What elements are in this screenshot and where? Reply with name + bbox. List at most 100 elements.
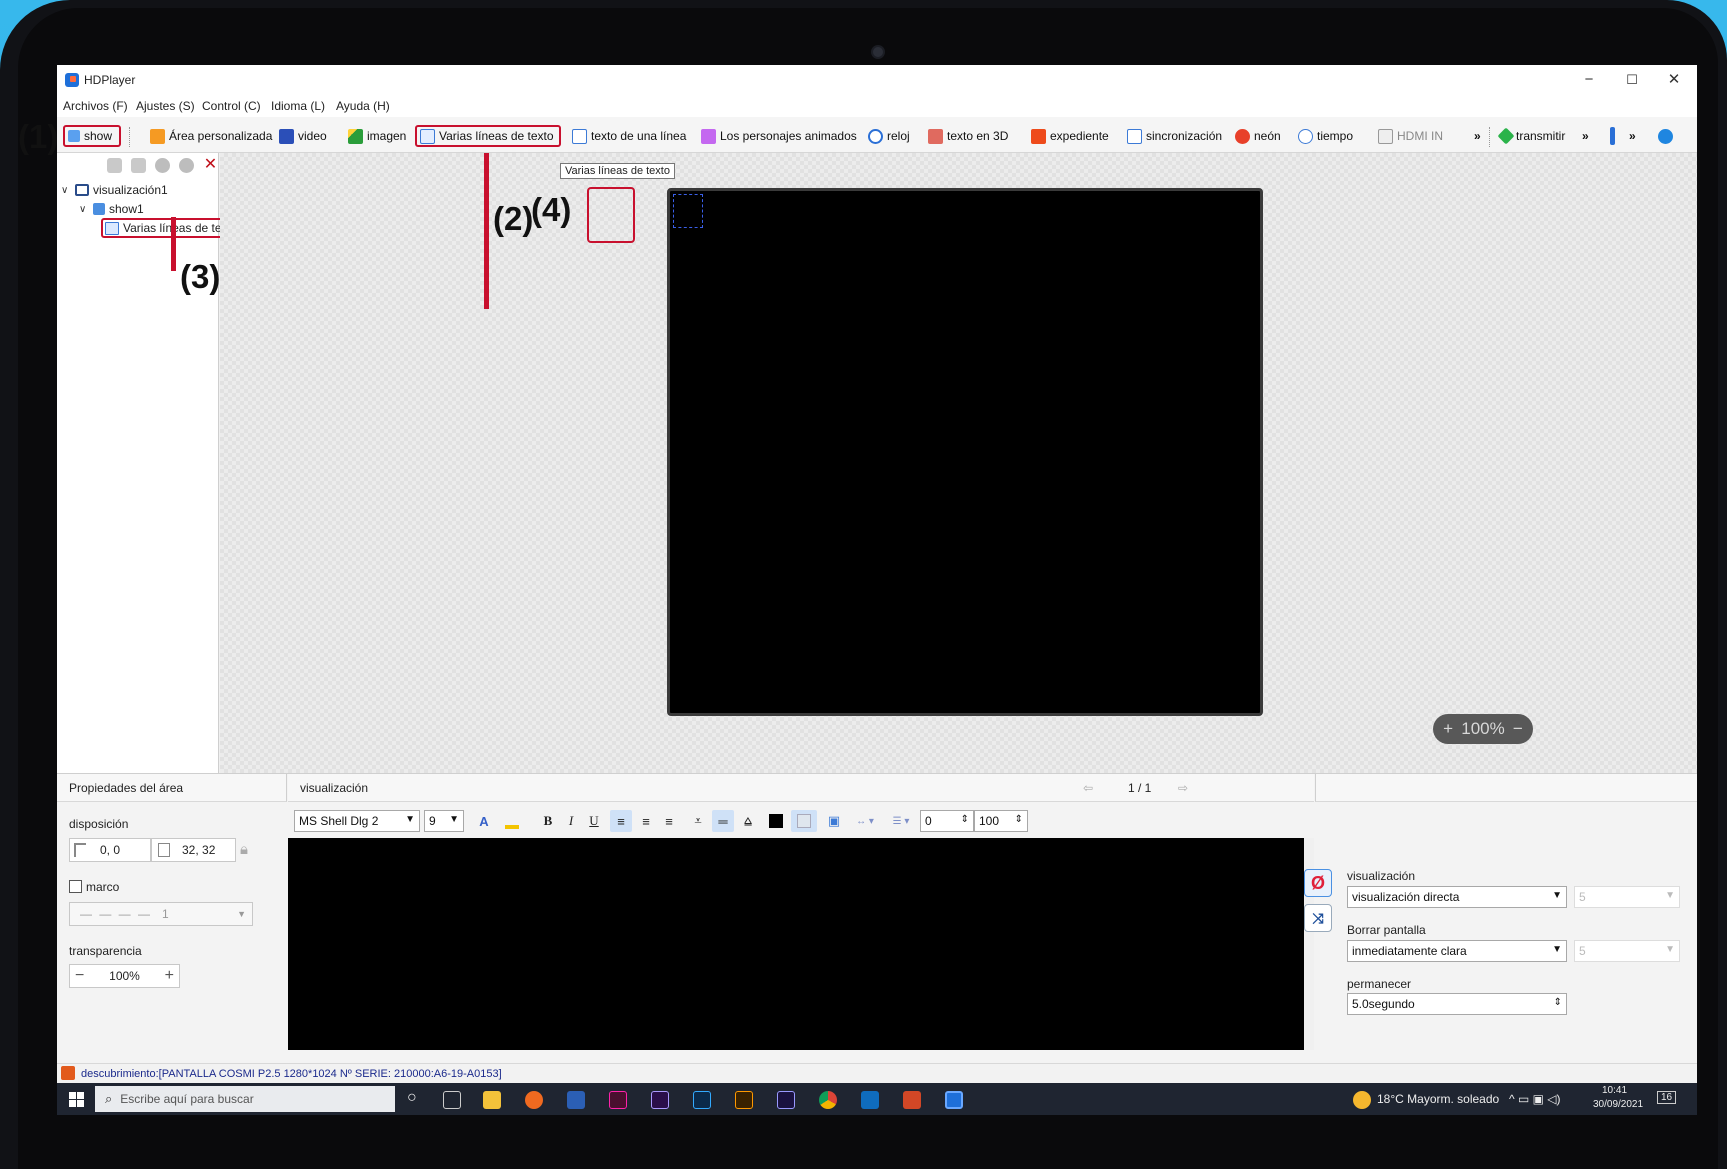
after-effects-icon[interactable] (777, 1091, 795, 1109)
hdmi-button[interactable]: HDMI IN (1375, 125, 1446, 147)
move-up-icon[interactable] (155, 158, 170, 173)
task-view-icon[interactable] (443, 1091, 461, 1109)
close-button[interactable]: ✕ (1659, 70, 1689, 90)
stay-duration-input[interactable]: 5.0segundo ⇕ (1347, 993, 1567, 1015)
firefox-icon[interactable] (525, 1091, 543, 1109)
info-button[interactable] (1607, 125, 1618, 147)
word-icon[interactable] (567, 1091, 585, 1109)
tray-icons[interactable]: ^ ▭ ▣ ◁) (1509, 1092, 1561, 1106)
transparency-stepper[interactable]: − 100% + (69, 964, 180, 988)
align-left-icon[interactable]: ≡ (610, 810, 632, 832)
transmit-button[interactable]: transmitir (1497, 125, 1568, 147)
foreground-color-icon[interactable] (768, 810, 784, 832)
border-select[interactable]: — — — — 1 ▼ (69, 902, 253, 926)
weather-button[interactable]: tiempo (1295, 125, 1356, 147)
tree-node-show[interactable]: ∨ show1 (79, 200, 144, 218)
highlight-icon[interactable] (500, 810, 524, 832)
copy-icon[interactable] (107, 158, 122, 173)
paste-icon[interactable] (131, 158, 146, 173)
multiline-text-button[interactable]: Varias líneas de texto (415, 125, 561, 147)
display-speed-select[interactable]: 5 ▼ (1574, 886, 1680, 908)
menu-idioma[interactable]: Idioma (L) (271, 99, 325, 113)
spacing-input[interactable]: 0 ⇕ (920, 810, 974, 832)
transparency-increase[interactable]: + (165, 967, 174, 985)
bold-button[interactable]: B (540, 810, 556, 832)
animated-characters-button[interactable]: Los personajes animados (698, 125, 860, 147)
align-right-icon[interactable]: ≡ (659, 810, 679, 832)
text-color-icon[interactable]: A (476, 810, 492, 832)
single-line-text-button[interactable]: texto de una línea (569, 125, 689, 147)
weather-text[interactable]: 18°C Mayorm. soleado (1377, 1092, 1499, 1106)
minimize-button[interactable]: − (1574, 70, 1604, 90)
next-page-icon[interactable]: ⇨ (1178, 781, 1188, 795)
delete-icon[interactable]: ✕ (203, 157, 218, 173)
cortana-icon[interactable]: ○ (407, 1089, 417, 1107)
display-select[interactable]: visualización directa ▼ (1347, 886, 1567, 908)
clock-date[interactable]: 30/09/2021 (1593, 1099, 1643, 1110)
hdplayer-taskbar-icon[interactable] (945, 1091, 963, 1109)
display-effect-icon[interactable]: Ø (1304, 869, 1332, 897)
transparency-decrease[interactable]: − (75, 967, 84, 985)
chrome-icon[interactable] (819, 1091, 837, 1109)
windows-start-icon[interactable] (69, 1092, 84, 1107)
premiere-icon[interactable] (651, 1091, 669, 1109)
imagen-button[interactable]: imagen (345, 125, 409, 147)
file-explorer-icon[interactable] (483, 1091, 501, 1109)
tree-node-visualization[interactable]: ∨ visualización1 (61, 181, 168, 199)
clear-speed-select[interactable]: 5 ▼ (1574, 940, 1680, 962)
menu-ayuda[interactable]: Ayuda (H) (336, 99, 390, 113)
background-color-icon[interactable] (791, 810, 817, 832)
zoom-in-button[interactable]: + (1443, 719, 1453, 739)
position-field[interactable]: 0, 0 (69, 838, 151, 862)
prev-page-icon[interactable]: ⇦ (1083, 781, 1093, 795)
video-button[interactable]: video (276, 125, 330, 147)
spacing-icon[interactable]: ↔ ▾ (850, 810, 880, 832)
font-size-select[interactable]: 9 ▼ (424, 810, 464, 832)
clear-screen-select[interactable]: inmediatamente clara ▼ (1347, 940, 1567, 962)
zoom-out-button[interactable]: − (1513, 719, 1523, 739)
menu-archivos[interactable]: Archivos (F) (63, 99, 128, 113)
line-spacing-icon[interactable]: ☰ ▾ (886, 810, 916, 832)
preview-canvas[interactable]: + 100% − (220, 153, 1697, 773)
shuffle-icon[interactable]: ⤨ (1304, 904, 1332, 932)
lock-icon[interactable]: 🔒︎ (240, 841, 248, 858)
move-down-icon[interactable] (179, 158, 194, 173)
more-tools-button[interactable]: » (1471, 125, 1484, 147)
neon-button[interactable]: neón (1232, 125, 1284, 147)
maximize-button[interactable]: ☐ (1617, 70, 1647, 90)
text-editor[interactable] (288, 838, 1304, 1050)
area-button[interactable]: Área personalizada (147, 125, 275, 147)
menu-control[interactable]: Control (C) (202, 99, 261, 113)
align-top-icon[interactable]: ⩠ (738, 810, 758, 832)
photoshop-icon[interactable] (693, 1091, 711, 1109)
align-middle-icon[interactable]: ═ (712, 810, 734, 832)
more-transmit-button[interactable]: » (1579, 125, 1592, 147)
show-button[interactable]: show (63, 125, 121, 147)
expediente-button[interactable]: expediente (1028, 125, 1112, 147)
more-info-button[interactable]: » (1626, 125, 1639, 147)
clock-time[interactable]: 10:41 (1602, 1085, 1627, 1096)
taskbar-search[interactable]: ⌕ Escribe aquí para buscar (95, 1086, 395, 1112)
outlook-icon[interactable] (861, 1091, 879, 1109)
sync-button[interactable]: sincronización (1124, 125, 1225, 147)
scale-input[interactable]: 100 ⇕ (974, 810, 1028, 832)
italic-button[interactable]: I (563, 810, 579, 832)
selected-area[interactable] (673, 194, 703, 228)
layout-label: disposición (69, 817, 129, 831)
illustrator-icon[interactable] (735, 1091, 753, 1109)
menu-ajustes[interactable]: Ajustes (S) (136, 99, 195, 113)
font-select[interactable]: MS Shell Dlg 2 ▼ (294, 810, 420, 832)
play-button[interactable] (1655, 125, 1676, 147)
border-checkbox[interactable] (69, 880, 82, 893)
notification-icon[interactable]: 16 (1657, 1091, 1677, 1104)
size-field[interactable]: 32, 32 (151, 838, 236, 862)
align-bottom-icon[interactable]: ⩡ (688, 810, 708, 832)
align-center-icon[interactable]: ≡ (636, 810, 656, 832)
frame-icon[interactable]: ▣ (826, 810, 842, 832)
text-3d-button[interactable]: texto en 3D (925, 125, 1011, 147)
indesign-icon[interactable] (609, 1091, 627, 1109)
powerpoint-icon[interactable] (903, 1091, 921, 1109)
led-screen-stage[interactable] (667, 188, 1263, 716)
underline-button[interactable]: U (586, 810, 602, 832)
clock-button[interactable]: reloj (865, 125, 913, 147)
